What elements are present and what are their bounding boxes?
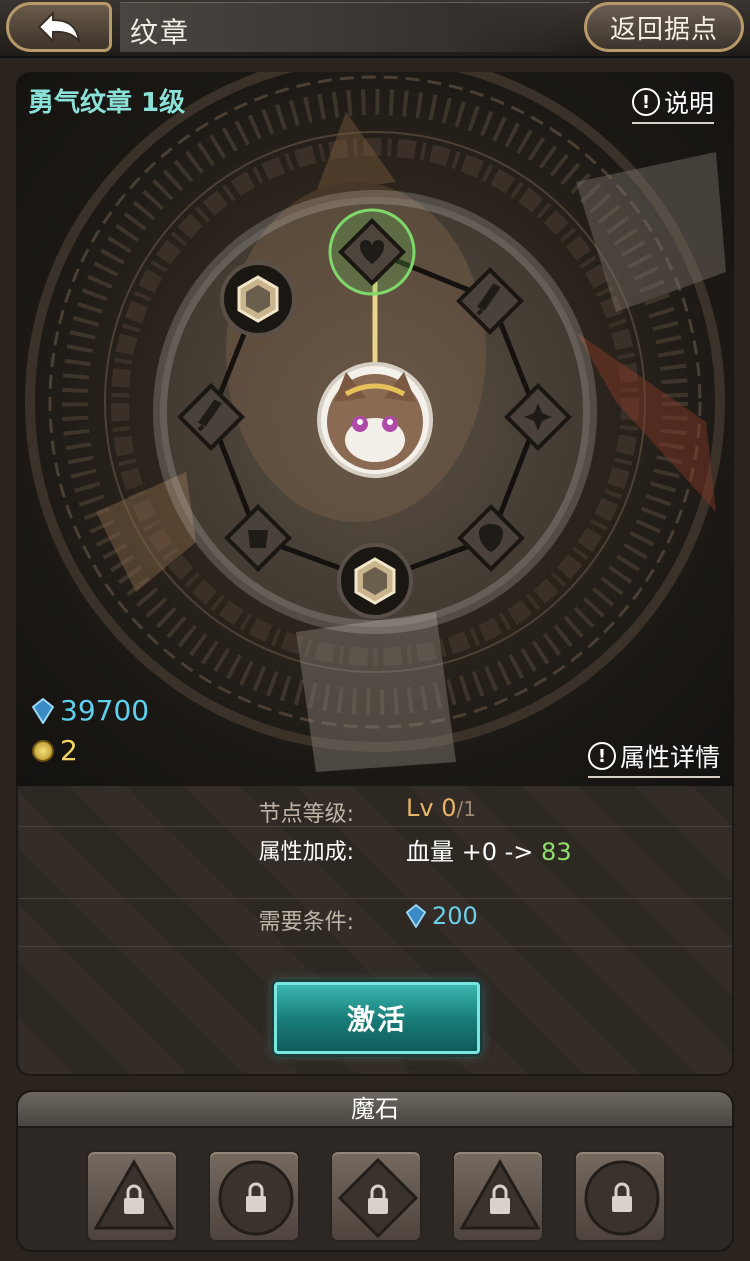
emblem-name: 勇气纹章 1级 xyxy=(28,88,186,118)
help-label: 说明 xyxy=(663,89,714,118)
node-detail-panel: 节点等级: Lv 0/1 属性加成: 血量 +0 -> 83 需要条件: 200… xyxy=(16,786,734,1076)
activate-button[interactable]: 激活 xyxy=(274,982,480,1054)
top-bar: 纹章 返回据点 xyxy=(0,0,750,58)
attribute-detail-button[interactable]: ! 属性详情 xyxy=(587,738,720,778)
level-label: 节点等级: xyxy=(258,802,354,827)
crystal-icon xyxy=(406,904,426,928)
diamond-socket-icon xyxy=(337,1157,419,1239)
level-max: /1 xyxy=(456,797,476,821)
bonus-label: 属性加成: xyxy=(258,840,354,865)
back-button[interactable] xyxy=(6,2,112,52)
info-icon: ! xyxy=(631,88,660,116)
title-strip: 纹章 xyxy=(120,2,590,52)
magic-stone-panel: 魔石 xyxy=(16,1090,734,1252)
return-base-button[interactable]: 返回据点 xyxy=(584,2,744,52)
cost-row: 需要条件: 200 xyxy=(18,896,732,936)
level-row: 节点等级: Lv 0/1 xyxy=(18,788,732,828)
stone-slot-1[interactable] xyxy=(86,1150,178,1242)
coin-balance: 2 xyxy=(32,734,78,767)
circle-socket-icon xyxy=(218,1160,294,1236)
help-button[interactable]: ! 说明 xyxy=(631,84,714,124)
page-title: 纹章 xyxy=(130,16,191,49)
info-icon: ! xyxy=(587,742,616,770)
level-value: Lv 0/1 xyxy=(406,794,476,822)
bonus-current: 血量 +0 -> xyxy=(406,838,534,866)
stone-slot-2[interactable] xyxy=(208,1150,300,1242)
node-heart[interactable] xyxy=(328,208,416,296)
bonus-next: 83 xyxy=(541,838,572,866)
crystal-amount: 39700 xyxy=(60,694,150,727)
circle-socket-icon xyxy=(584,1160,660,1236)
cost-amount: 200 xyxy=(432,902,478,930)
back-arrow-icon xyxy=(37,10,81,45)
triangle-socket-icon xyxy=(93,1158,175,1230)
armor-icon xyxy=(248,530,268,548)
coin-amount: 2 xyxy=(60,734,78,767)
node-milestone-bottom[interactable] xyxy=(337,543,413,619)
triangle-socket-icon xyxy=(459,1158,541,1230)
emblem-artwork xyxy=(25,72,726,772)
stone-slot-3[interactable] xyxy=(330,1150,422,1242)
cost-value: 200 xyxy=(406,902,478,930)
level-current: Lv 0 xyxy=(406,794,457,822)
coin-icon xyxy=(32,739,54,762)
magic-stone-title: 魔石 xyxy=(18,1092,732,1128)
bonus-row: 属性加成: 血量 +0 -> 83 xyxy=(18,826,732,866)
stone-slot-5[interactable] xyxy=(574,1150,666,1242)
node-milestone-top[interactable] xyxy=(220,261,296,337)
divider xyxy=(18,946,732,947)
emblem-panel: 勇气纹章 1级 ! 说明 39700 2 ! 属性详情 xyxy=(16,72,734,786)
stone-slot-4[interactable] xyxy=(452,1150,544,1242)
crystal-icon xyxy=(32,697,54,724)
crystal-balance: 39700 xyxy=(32,694,149,727)
hero-portrait[interactable] xyxy=(317,362,433,478)
attribute-detail-label: 属性详情 xyxy=(619,743,720,772)
bonus-value: 血量 +0 -> 83 xyxy=(406,832,572,867)
cost-label: 需要条件: xyxy=(258,910,354,935)
